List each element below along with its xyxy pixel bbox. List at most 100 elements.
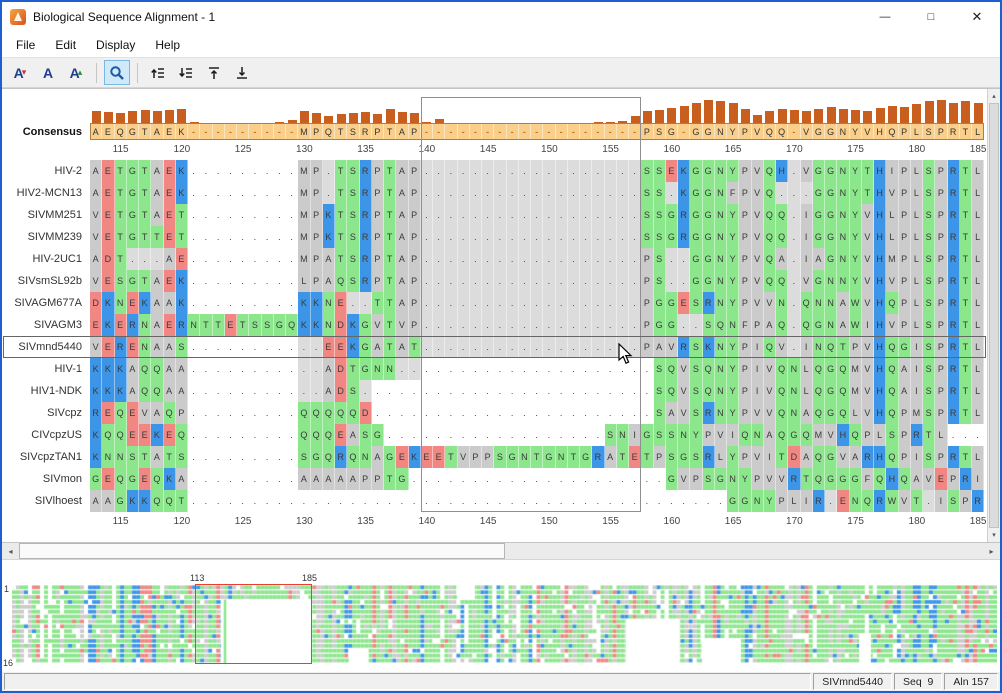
- residue-cell[interactable]: .: [445, 424, 458, 446]
- residue-cell[interactable]: .: [506, 402, 519, 424]
- residue-cell[interactable]: K: [90, 424, 103, 446]
- residue-cell[interactable]: R: [861, 446, 874, 468]
- residue-cell[interactable]: .: [408, 424, 421, 446]
- residue-cell[interactable]: G: [702, 160, 715, 182]
- residue-cell[interactable]: .: [261, 402, 274, 424]
- residue-cell[interactable]: R: [947, 402, 960, 424]
- residue-cell[interactable]: M: [849, 380, 862, 402]
- residue-cell[interactable]: .: [616, 160, 629, 182]
- residue-cell[interactable]: P: [898, 160, 911, 182]
- residue-cell[interactable]: E: [163, 182, 176, 204]
- residue-cell[interactable]: S: [923, 314, 936, 336]
- residue-cell[interactable]: R: [947, 160, 960, 182]
- residue-cell[interactable]: S: [702, 468, 715, 490]
- sequence-name[interactable]: HIV2-MCN13: [2, 182, 90, 204]
- residue-cell[interactable]: .: [224, 270, 237, 292]
- residue-cell[interactable]: .: [604, 358, 617, 380]
- residue-cell[interactable]: .: [469, 336, 482, 358]
- residue-cell[interactable]: .: [482, 336, 495, 358]
- residue-cell[interactable]: .: [457, 204, 470, 226]
- residue-cell[interactable]: P: [359, 468, 372, 490]
- residue-cell[interactable]: R: [702, 292, 715, 314]
- residue-cell[interactable]: P: [898, 204, 911, 226]
- residue-cell[interactable]: .: [420, 292, 433, 314]
- residue-cell[interactable]: V: [800, 270, 813, 292]
- residue-cell[interactable]: E: [126, 402, 139, 424]
- residue-cell[interactable]: .: [408, 468, 421, 490]
- residue-cell[interactable]: .: [273, 446, 286, 468]
- residue-cell[interactable]: A: [665, 402, 678, 424]
- residue-cell[interactable]: A: [776, 248, 789, 270]
- residue-cell[interactable]: H: [874, 336, 887, 358]
- residue-cell[interactable]: .: [298, 490, 311, 512]
- residue-cell[interactable]: L: [972, 314, 985, 336]
- residue-cell[interactable]: A: [151, 292, 164, 314]
- residue-cell[interactable]: E: [665, 160, 678, 182]
- residue-cell[interactable]: G: [825, 226, 838, 248]
- residue-cell[interactable]: A: [151, 314, 164, 336]
- residue-cell[interactable]: W: [886, 490, 899, 512]
- residue-cell[interactable]: .: [469, 248, 482, 270]
- residue-cell[interactable]: M: [812, 424, 825, 446]
- residue-cell[interactable]: .: [445, 182, 458, 204]
- residue-cell[interactable]: .: [237, 182, 250, 204]
- residue-cell[interactable]: I: [910, 446, 923, 468]
- residue-cell[interactable]: Q: [139, 358, 152, 380]
- residue-cell[interactable]: V: [923, 468, 936, 490]
- residue-cell[interactable]: .: [518, 182, 531, 204]
- residue-cell[interactable]: E: [420, 446, 433, 468]
- residue-cell[interactable]: D: [335, 380, 348, 402]
- residue-cell[interactable]: F: [739, 314, 752, 336]
- residue-cell[interactable]: .: [445, 490, 458, 512]
- residue-cell[interactable]: Q: [739, 424, 752, 446]
- residue-cell[interactable]: S: [653, 160, 666, 182]
- residue-cell[interactable]: V: [861, 402, 874, 424]
- residue-cell[interactable]: .: [457, 226, 470, 248]
- residue-cell[interactable]: V: [371, 314, 384, 336]
- residue-cell[interactable]: .: [433, 204, 446, 226]
- residue-cell[interactable]: .: [482, 270, 495, 292]
- residue-cell[interactable]: .: [494, 380, 507, 402]
- residue-cell[interactable]: I: [727, 424, 740, 446]
- residue-cell[interactable]: A: [151, 402, 164, 424]
- residue-cell[interactable]: .: [469, 358, 482, 380]
- residue-cell[interactable]: V: [751, 226, 764, 248]
- residue-cell[interactable]: .: [531, 358, 544, 380]
- residue-cell[interactable]: P: [310, 204, 323, 226]
- residue-cell[interactable]: A: [163, 336, 176, 358]
- residue-cell[interactable]: P: [641, 314, 654, 336]
- residue-cell[interactable]: .: [567, 358, 580, 380]
- residue-cell[interactable]: M: [298, 248, 311, 270]
- residue-cell[interactable]: .: [604, 314, 617, 336]
- residue-cell[interactable]: G: [126, 204, 139, 226]
- residue-cell[interactable]: E: [322, 336, 335, 358]
- residue-cell[interactable]: P: [935, 248, 948, 270]
- residue-cell[interactable]: A: [151, 336, 164, 358]
- residue-cell[interactable]: A: [102, 490, 115, 512]
- residue-cell[interactable]: K: [90, 446, 103, 468]
- residue-cell[interactable]: V: [751, 160, 764, 182]
- residue-cell[interactable]: .: [249, 336, 262, 358]
- residue-cell[interactable]: R: [359, 182, 372, 204]
- residue-cell[interactable]: Q: [886, 402, 899, 424]
- residue-cell[interactable]: .: [273, 160, 286, 182]
- residue-cell[interactable]: N: [837, 226, 850, 248]
- residue-cell[interactable]: I: [751, 380, 764, 402]
- residue-cell[interactable]: N: [837, 270, 850, 292]
- residue-cell[interactable]: P: [898, 226, 911, 248]
- residue-cell[interactable]: T: [959, 182, 972, 204]
- residue-cell[interactable]: E: [224, 314, 237, 336]
- residue-cell[interactable]: E: [90, 314, 103, 336]
- residue-cell[interactable]: Y: [849, 204, 862, 226]
- residue-cell[interactable]: L: [935, 424, 948, 446]
- residue-cell[interactable]: .: [273, 490, 286, 512]
- residue-cell[interactable]: A: [175, 380, 188, 402]
- residue-cell[interactable]: G: [825, 446, 838, 468]
- residue-cell[interactable]: R: [114, 336, 127, 358]
- residue-cell[interactable]: Q: [298, 402, 311, 424]
- residue-cell[interactable]: L: [910, 292, 923, 314]
- sequence-row[interactable]: SIVcpzTAN1 K N N S T A T S......... S G Q R Q N A G E K E E T…: [2, 446, 987, 468]
- residue-cell[interactable]: T: [335, 204, 348, 226]
- increase-fontsize-button[interactable]: A ▴: [63, 60, 89, 85]
- residue-cell[interactable]: .: [310, 358, 323, 380]
